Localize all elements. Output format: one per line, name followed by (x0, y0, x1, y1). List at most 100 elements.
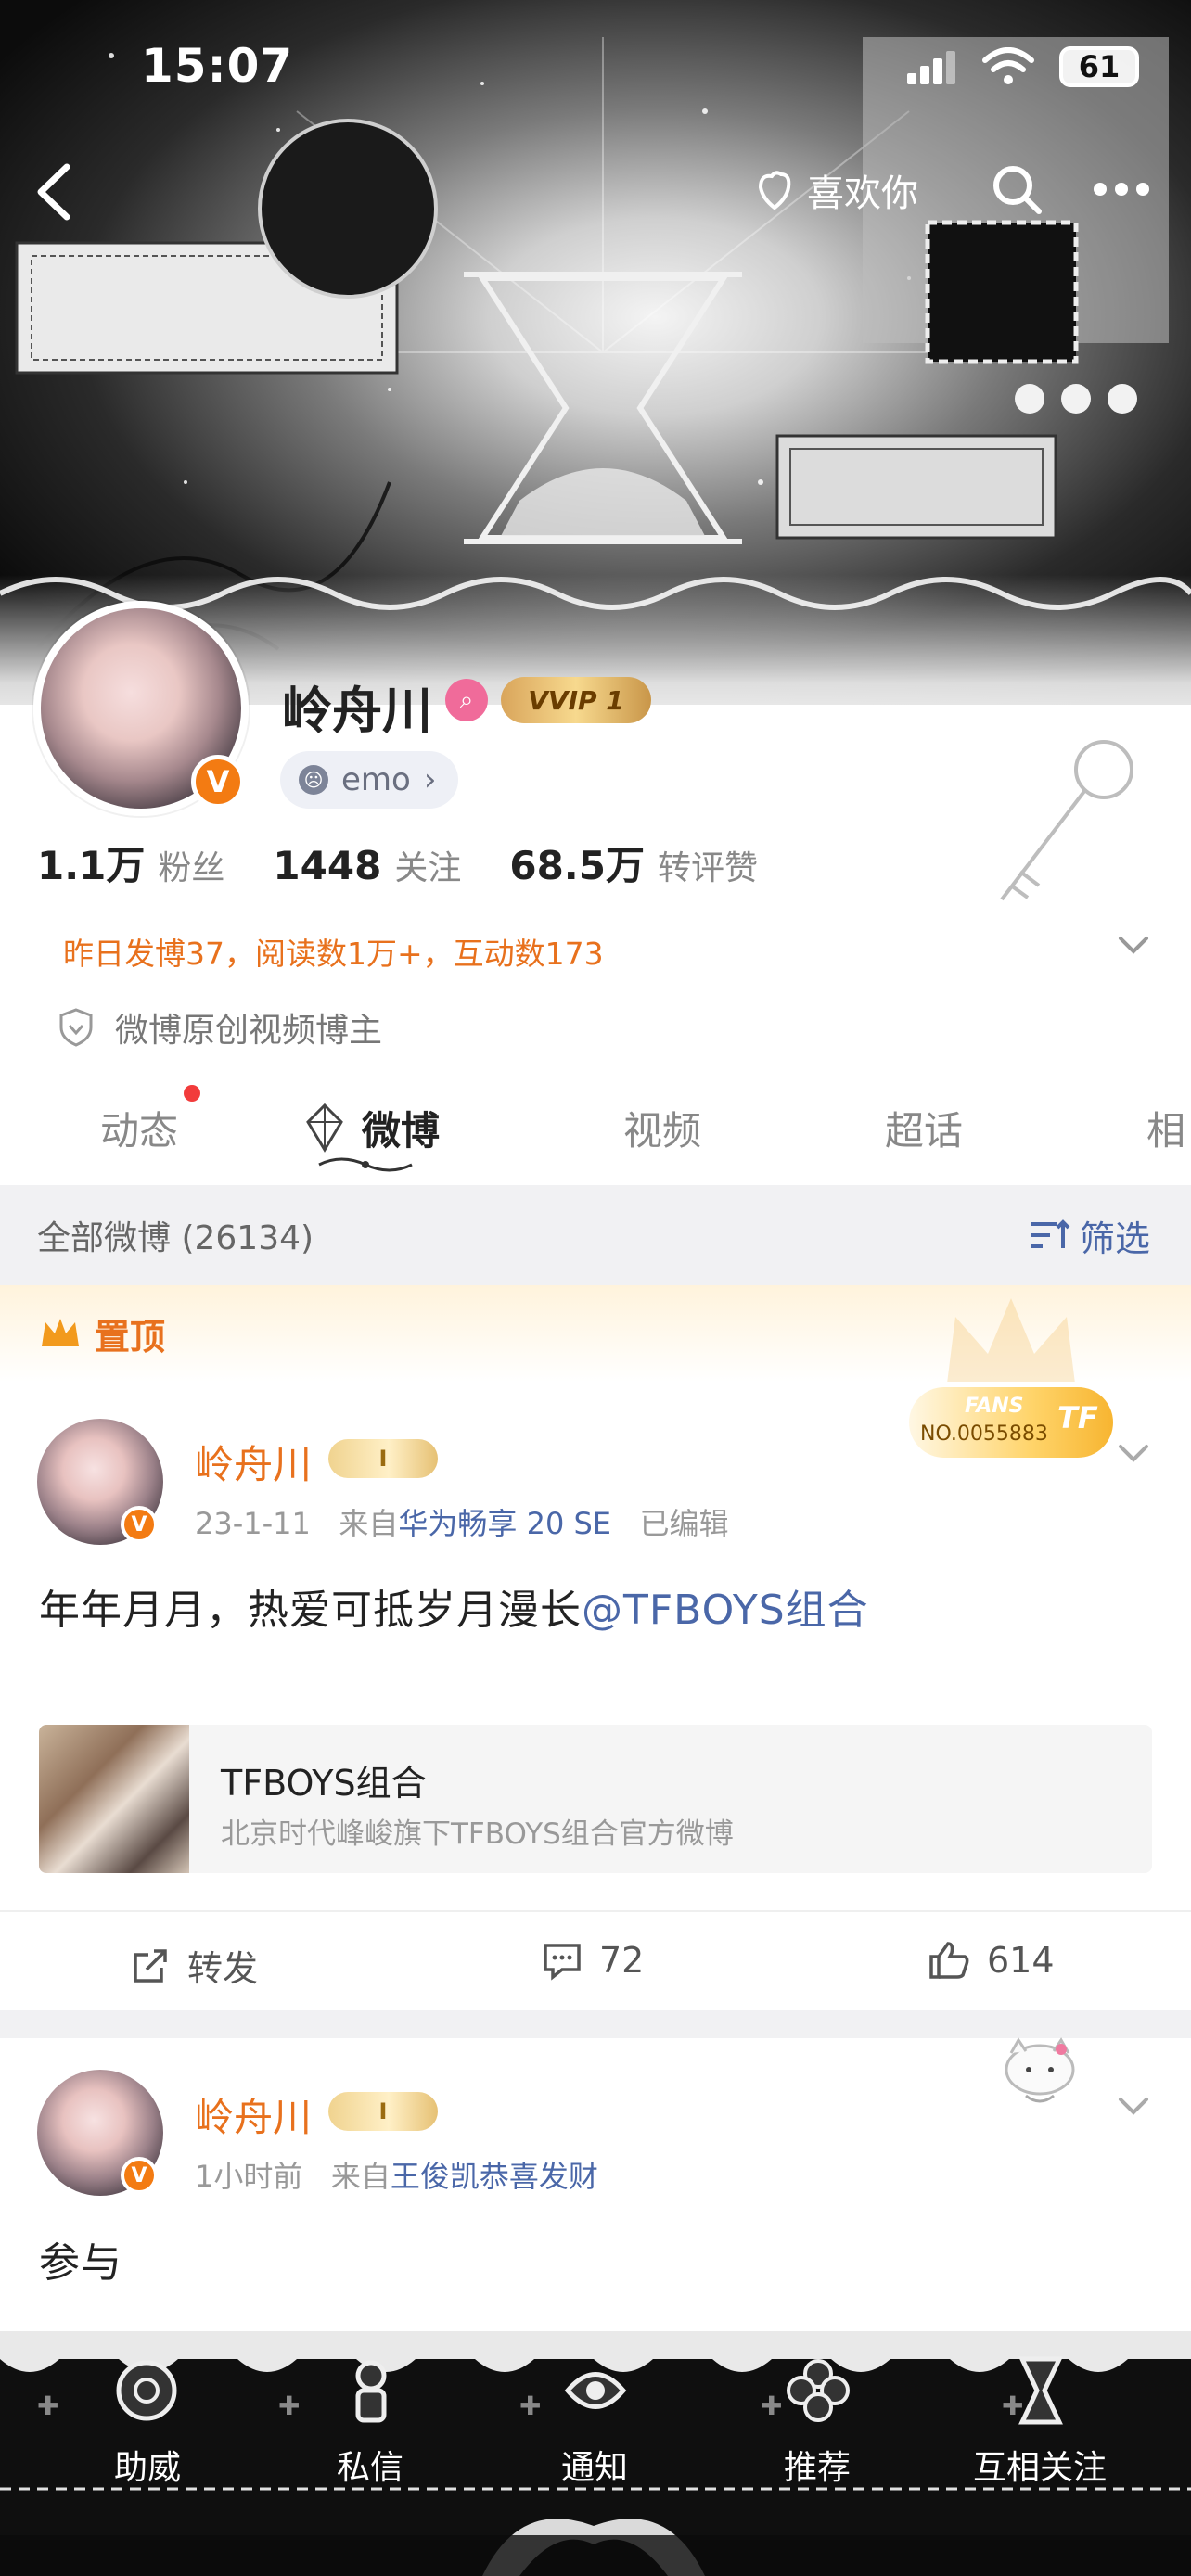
message-icon (355, 2360, 387, 2423)
status-icons: 61 (907, 46, 1139, 87)
post-time: 1小时前 (195, 2159, 303, 2194)
back-button[interactable] (28, 159, 83, 224)
profile-stats: 1.1万 粉丝 1448 关注 68.5万 转评赞 (37, 835, 758, 891)
notification-dot (184, 1085, 200, 1102)
daily-summary[interactable]: 昨日发博37，阅读数1万+，互动数173 (63, 929, 604, 974)
like-you-button[interactable]: 喜欢你 (751, 163, 918, 217)
post-source-prefix: 来自 (339, 1506, 399, 1541)
post-body: 年年月月，热爱可抵岁月漫长 (39, 1587, 582, 1634)
repost-icon (134, 1948, 167, 1983)
link-title: TFBOYS组合 (221, 1763, 427, 1804)
vip-badge[interactable]: VVIP 1 (501, 677, 651, 723)
level-badge[interactable]: I (328, 1439, 438, 1478)
comment-button[interactable]: 72 (542, 1940, 644, 1981)
fans-badge-number: NO.0055883 (920, 1422, 1048, 1446)
link-thumbnail (39, 1725, 189, 1873)
magnifier-badge-icon[interactable]: ⌕ (445, 679, 488, 721)
post-edited: 已编辑 (639, 1506, 729, 1541)
verification-label: 微博原创视频博主 (115, 1012, 383, 1050)
stat-label: 转评赞 (657, 849, 758, 887)
post-text: 参与 (39, 2239, 122, 2287)
search-icon[interactable] (991, 163, 1043, 215)
post-device[interactable]: 王俊凯恭喜发财 (391, 2159, 598, 2194)
heart-hand-icon (758, 171, 791, 210)
fans-badge-title: FANS (965, 1395, 1024, 1418)
tab-video[interactable]: 视频 (623, 1100, 701, 1156)
section-header: 全部微博 (26134) 筛选 (0, 1185, 1191, 1285)
like-you-label: 喜欢你 (807, 172, 918, 215)
chevron-down-icon[interactable] (1117, 1443, 1150, 1465)
level-badge[interactable]: I (328, 2092, 438, 2131)
profile-avatar[interactable]: V (33, 601, 249, 816)
post-mention[interactable]: @TFBOYS组合 (582, 1587, 869, 1634)
tab-active-indicator (318, 1157, 413, 1172)
link-card[interactable]: TFBOYS组合 北京时代峰峻旗下TFBOYS组合官方微博 (39, 1725, 1152, 1873)
mood-label: emo (341, 761, 411, 798)
bottom-item-cheer[interactable]: 助威 (59, 2441, 236, 2489)
more-icon[interactable] (1093, 182, 1150, 197)
verification-row[interactable]: 微博原创视频博主 (58, 1003, 382, 1052)
profile-name: 岭舟川 (282, 682, 432, 740)
stat-value: 1.1万 (37, 843, 146, 888)
profile-banner[interactable]: 15:07 61 喜欢你 (0, 0, 1191, 705)
like-button[interactable]: 614 (928, 1940, 1055, 1981)
repost-button[interactable]: 转发 (130, 1940, 258, 1991)
wifi-icon (982, 47, 1034, 84)
crown-icon (42, 1319, 79, 1346)
shield-icon (59, 1008, 93, 1047)
like-count: 614 (987, 1940, 1055, 1981)
stat-followers[interactable]: 1.1万 粉丝 (37, 835, 224, 891)
bottom-item-recommend[interactable]: 推荐 (729, 2441, 905, 2489)
chevron-right-icon: › (423, 761, 437, 798)
link-description: 北京时代峰峻旗下TFBOYS组合官方微博 (221, 1817, 734, 1851)
verified-badge-icon: V (121, 2157, 158, 2194)
post-author[interactable]: 岭舟川 (195, 1434, 312, 1490)
verified-badge-icon: V (121, 1506, 158, 1543)
filter-button[interactable]: 筛选 (1030, 1210, 1150, 1261)
thumbs-up-icon (929, 1942, 969, 1979)
comment-count: 72 (599, 1940, 645, 1981)
stat-label: 粉丝 (158, 849, 225, 887)
svg-text:✚: ✚ (519, 2391, 541, 2421)
bottom-item-mutual-follow[interactable]: 互相关注 (952, 2441, 1128, 2489)
bottom-action-bar: ✚ ✚ ✚ ✚ ✚ 助威 私信 通知 推荐 互相关注 (0, 2331, 1191, 2576)
hello-kitty-sticker-icon (1005, 2037, 1075, 2103)
chevron-down-icon[interactable] (1117, 935, 1150, 957)
clover-icon (787, 2359, 850, 2422)
comment-icon (544, 1944, 581, 1981)
chevron-down-icon[interactable] (1117, 2096, 1150, 2118)
profile-tabs: 动态 微博 视频 超话 相 (0, 1076, 1191, 1178)
tab-album[interactable]: 相 (1146, 1100, 1185, 1156)
stat-label: 关注 (394, 849, 462, 887)
filter-label: 筛选 (1079, 1218, 1150, 1259)
hourglass-icon (1018, 2356, 1063, 2425)
sad-face-icon: ☹ (299, 765, 328, 795)
cheer-icon (116, 2360, 177, 2421)
fans-badge-logo: TF (1057, 1400, 1098, 1435)
post-source-prefix: 来自 (330, 2159, 391, 2194)
stat-following[interactable]: 1448 关注 (273, 841, 461, 889)
filter-icon (1031, 1219, 1070, 1248)
pinned-text: 置顶 (95, 1316, 166, 1358)
bottom-item-notification[interactable]: 通知 (506, 2441, 683, 2489)
status-time: 15:07 (141, 39, 294, 93)
tab-weibo[interactable]: 微博 (362, 1100, 440, 1156)
repost-label: 转发 (187, 1948, 259, 1989)
svg-text:✚: ✚ (761, 2391, 782, 2421)
key-decoration (1000, 740, 1133, 901)
mood-chip[interactable]: ☹ emo › (280, 751, 459, 809)
tab-supertopic[interactable]: 超话 (885, 1100, 963, 1156)
all-weibo-count: 全部微博 (26134) (37, 1219, 314, 1257)
post-meta: 23-1-11 来自华为畅享 20 SE 已编辑 (195, 1500, 729, 1543)
post-device[interactable]: 华为畅享 20 SE (398, 1506, 611, 1541)
stat-value: 1448 (273, 843, 382, 888)
bottom-item-message[interactable]: 私信 (282, 2441, 458, 2489)
post-actions: 转发 72 614 (0, 1910, 1191, 2003)
svg-text:✚: ✚ (37, 2391, 58, 2421)
stat-value: 68.5万 (509, 843, 645, 888)
post-meta: 1小时前 来自王俊凯恭喜发财 (195, 2153, 598, 2196)
post-author[interactable]: 岭舟川 (195, 2086, 312, 2143)
stat-interactions[interactable]: 68.5万 转评赞 (509, 835, 758, 891)
diamond-icon (306, 1103, 343, 1153)
tab-activity[interactable]: 动态 (100, 1100, 178, 1156)
